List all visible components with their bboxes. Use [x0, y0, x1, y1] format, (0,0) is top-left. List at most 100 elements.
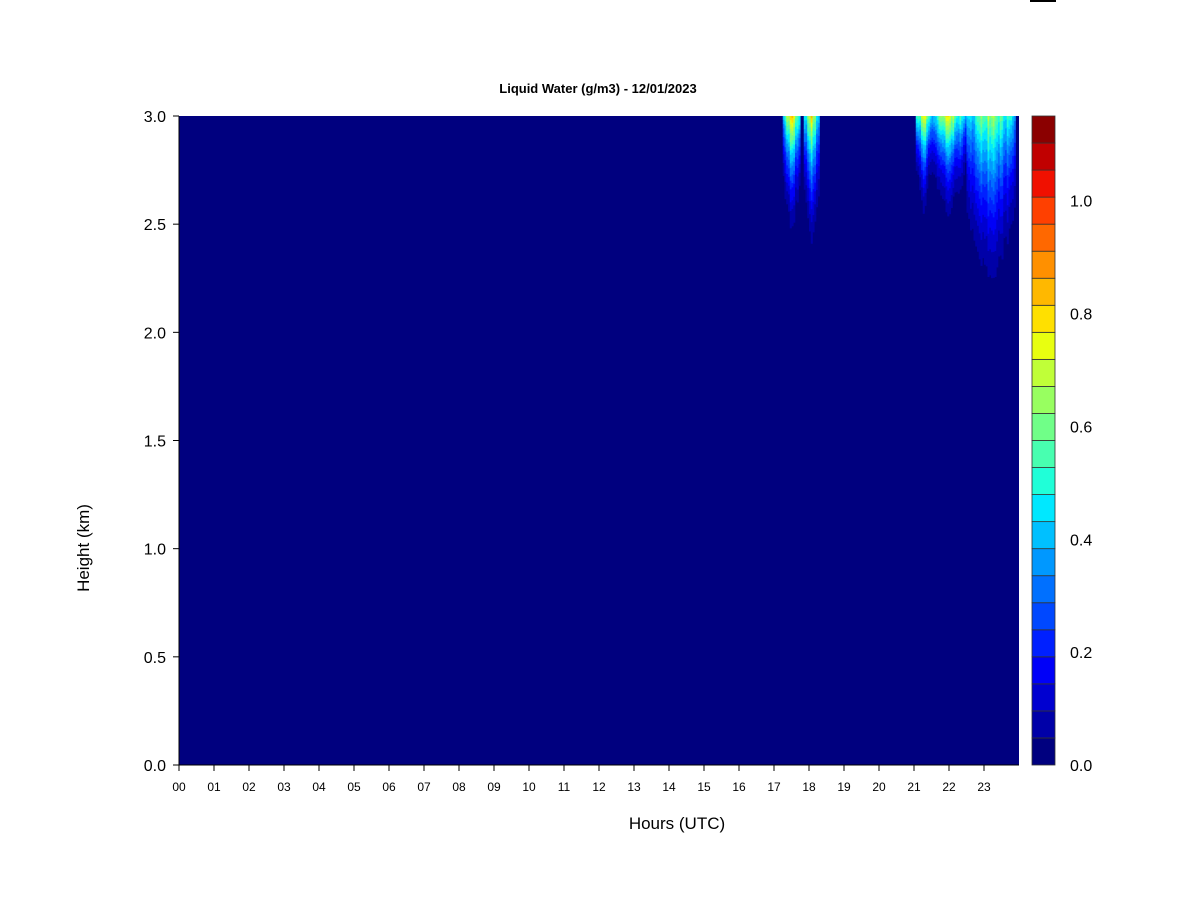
heatmap-cell: [956, 156, 959, 162]
heatmap-cell: [975, 198, 978, 204]
heatmap-cell: [924, 166, 927, 172]
heatmap-cell: [791, 139, 794, 145]
heatmap-cell: [938, 146, 941, 151]
heatmap-cell: [992, 234, 995, 239]
heatmap-cell: [817, 139, 820, 145]
heatmap-cell: [1010, 137, 1013, 143]
heatmap-cell: [982, 253, 985, 259]
heatmap-cell: [994, 125, 997, 130]
heatmap-cell: [996, 180, 999, 186]
heatmap-cell: [803, 124, 806, 130]
x-tick-label: 18: [802, 780, 816, 794]
heatmap-cell: [1012, 211, 1015, 217]
heatmap-cell: [992, 268, 995, 274]
heatmap-cell: [1008, 120, 1011, 125]
heatmap-cell: [786, 195, 789, 200]
heatmap-cell: [1008, 206, 1011, 212]
heatmap-cell: [982, 166, 985, 172]
heatmap-cell: [782, 171, 785, 176]
heatmap-cell: [1008, 215, 1011, 220]
heatmap-cell: [791, 204, 794, 209]
heatmap-cell: [957, 171, 960, 177]
heatmap-cell: [816, 189, 819, 195]
heatmap-cell: [966, 177, 969, 183]
heatmap-cell: [805, 116, 808, 121]
heatmap-cell: [961, 163, 964, 169]
heatmap-cell: [940, 143, 943, 148]
heatmap-cell: [992, 147, 995, 153]
heatmap-cell: [978, 150, 981, 156]
heatmap-cell: [809, 116, 812, 119]
heatmap-cell: [992, 165, 995, 170]
heatmap-cell: [973, 236, 976, 241]
heatmap-cell: [810, 116, 813, 119]
heatmap-cell: [949, 162, 952, 167]
heatmap-cell: [982, 171, 985, 176]
heatmap-cell: [810, 230, 813, 236]
heatmap-cell: [803, 133, 806, 138]
heatmap-cell: [796, 145, 799, 151]
heatmap-cell: [961, 176, 964, 182]
heatmap-cell: [998, 143, 1001, 149]
heatmap-cell: [793, 116, 796, 119]
heatmap-cell: [987, 142, 990, 148]
x-tick-label: 16: [732, 780, 746, 794]
heatmap-cell: [994, 272, 997, 277]
heatmap-cell: [957, 141, 960, 147]
heatmap-cell: [817, 174, 820, 180]
heatmap-cell: [931, 167, 934, 173]
heatmap-cell: [791, 117, 794, 123]
heatmap-cell: [994, 138, 997, 143]
heatmap-cell: [803, 176, 806, 182]
heatmap-cell: [959, 146, 962, 151]
heatmap-cell: [943, 126, 946, 132]
heatmap-cell: [786, 117, 789, 123]
heatmap-cell: [809, 161, 812, 167]
heatmap-cell: [987, 181, 990, 187]
heatmap-cell: [814, 212, 817, 218]
heatmap-cell: [970, 212, 973, 218]
heatmap-cell: [987, 268, 990, 273]
heatmap-cell: [954, 131, 957, 137]
heatmap-cell: [999, 246, 1002, 252]
heatmap-cell: [996, 193, 999, 199]
heatmap-cell: [957, 137, 960, 142]
heatmap-cell: [954, 187, 957, 193]
heatmap-cell: [954, 183, 957, 189]
heatmap-cell: [978, 155, 981, 160]
heatmap-cell: [807, 178, 810, 184]
heatmap-cell: [784, 181, 787, 187]
heatmap-cell: [977, 199, 980, 205]
heatmap-cell: [1013, 133, 1016, 139]
heatmap-cell: [1005, 219, 1008, 224]
colorbar-segment: [1031, 196, 1056, 225]
heatmap-cell: [917, 165, 920, 171]
heatmap-cell: [805, 128, 808, 134]
heatmap-cell: [795, 122, 798, 127]
heatmap-cell: [926, 145, 929, 150]
heatmap-cell: [1006, 174, 1009, 180]
heatmap-cell: [924, 144, 927, 150]
heatmap-cell: [989, 184, 992, 189]
heatmap-cell: [922, 174, 925, 180]
heatmap-cell: [971, 172, 974, 177]
heatmap-cell: [816, 180, 819, 186]
heatmap-cell: [984, 225, 987, 231]
heatmap-cell: [1008, 141, 1011, 147]
heatmap-cell: [999, 233, 1002, 239]
heatmap-cell: [782, 158, 785, 164]
heatmap-cell: [980, 261, 983, 266]
heatmap-cell: [1003, 207, 1006, 213]
heatmap-cell: [1013, 125, 1016, 130]
heatmap-cell: [984, 195, 987, 200]
heatmap-cell: [977, 156, 980, 161]
heatmap-cell: [788, 163, 791, 169]
heatmap-cell: [814, 116, 817, 118]
heatmap-cell: [970, 217, 973, 222]
heatmap-cell: [971, 150, 974, 156]
heatmap-cell: [989, 236, 992, 241]
heatmap-cell: [956, 126, 959, 132]
heatmap-cell: [982, 214, 985, 220]
heatmap-cell: [793, 166, 796, 171]
heatmap-cell: [987, 172, 990, 178]
